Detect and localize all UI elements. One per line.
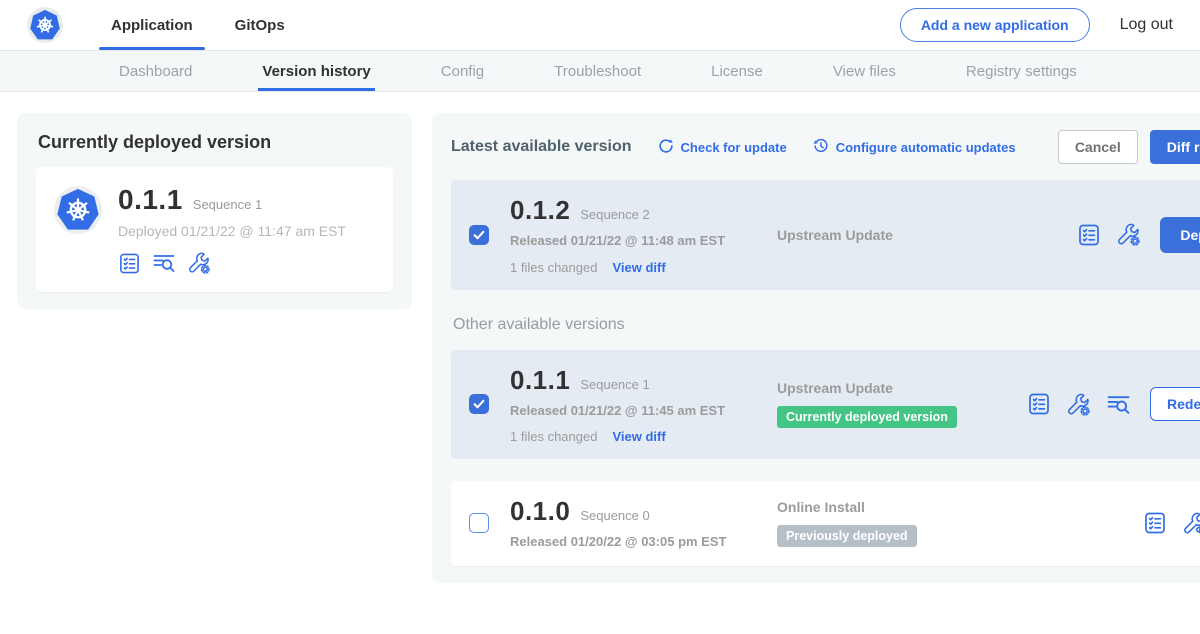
deployed-version-number: 0.1.1 [118,184,183,216]
source-label: Upstream Update [777,380,1027,396]
version-actions: Deploy [1077,217,1200,253]
subnav-label: Version history [262,63,370,80]
version-checkbox[interactable] [469,394,489,414]
subnav-item-version-history[interactable]: Version history [258,51,374,91]
schedule-update-icon [812,137,830,158]
main-content: Currently deployed version [0,92,1200,583]
edit-config-icon[interactable] [1066,392,1091,417]
subnav-item-dashboard[interactable]: Dashboard [115,51,196,91]
files-changed-label: 1 files changed [510,260,597,275]
subnav-label: Dashboard [119,63,192,80]
configure-automatic-updates-link[interactable]: Configure automatic updates [812,137,1016,158]
subnav-item-license[interactable]: License [707,51,767,91]
subnav-label: View files [833,63,896,80]
version-card-0-1-2: 0.1.2 Sequence 2 Released 01/21/22 @ 11:… [451,180,1200,290]
check-for-update-label: Check for update [681,140,787,155]
version-sequence: Sequence 0 [580,508,649,523]
available-versions-header: Latest available version Check for updat… [451,130,1200,164]
subnav-item-registry-settings[interactable]: Registry settings [962,51,1081,91]
latest-available-title: Latest available version [451,138,632,156]
deployed-version-details: 0.1.1 Sequence 1 Deployed 01/21/22 @ 11:… [118,184,346,275]
diff-releases-button[interactable]: Diff releases [1150,130,1200,164]
version-actions: Redeploy [1027,387,1200,421]
deployed-timestamp: Deployed 01/21/22 @ 11:47 am EST [118,223,346,239]
version-card-0-1-0: 0.1.0 Sequence 0 Released 01/20/22 @ 03:… [451,481,1200,566]
view-config-icon[interactable] [1182,511,1200,536]
released-timestamp: Released 01/21/22 @ 11:48 am EST [510,232,728,250]
preflight-checklist-icon[interactable] [1077,223,1101,247]
currently-deployed-panel: Currently deployed version [17,113,412,309]
released-timestamp: Released 01/20/22 @ 03:05 pm EST [510,533,728,551]
check-for-update-link[interactable]: Check for update [657,137,787,158]
version-sequence: Sequence 2 [580,207,649,222]
version-info: 0.1.1 Sequence 1 Released 01/21/22 @ 11:… [510,365,747,445]
top-nav-right: Add a new application Log out [900,8,1173,42]
version-source: Upstream Update Currently deployed versi… [777,380,1027,428]
version-checkbox[interactable] [469,513,489,533]
release-notes-search-icon[interactable] [152,251,176,275]
preflight-checklist-icon[interactable] [118,252,141,275]
deployed-sequence: Sequence 1 [193,197,262,212]
refresh-icon [657,137,675,158]
currently-deployed-title: Currently deployed version [38,132,393,153]
deployed-version-card: 0.1.1 Sequence 1 Deployed 01/21/22 @ 11:… [36,167,393,292]
previously-deployed-badge: Previously deployed [777,525,917,547]
tab-application[interactable]: Application [99,0,205,50]
deploy-button[interactable]: Deploy [1160,217,1200,253]
version-number: 0.1.1 [510,365,570,396]
version-number: 0.1.2 [510,195,570,226]
view-diff-link[interactable]: View diff [612,260,665,275]
subnav-item-config[interactable]: Config [437,51,488,91]
version-checkbox[interactable] [469,225,489,245]
subnav-label: Config [441,63,484,80]
version-number: 0.1.0 [510,496,570,527]
tab-gitops[interactable]: GitOps [223,0,297,50]
edit-config-icon[interactable] [187,251,211,275]
preflight-checklist-icon[interactable] [1027,392,1051,416]
subnav-label: License [711,63,763,80]
currently-deployed-badge: Currently deployed version [777,406,957,428]
subnav-item-view-files[interactable]: View files [829,51,900,91]
edit-config-icon[interactable] [1116,222,1141,247]
cancel-button[interactable]: Cancel [1058,130,1138,164]
version-source: Online Install Previously deployed [777,499,1027,547]
tab-application-label: Application [111,17,193,34]
app-sub-nav: Dashboard Version history Config Trouble… [0,50,1200,92]
logout-link[interactable]: Log out [1120,16,1173,34]
subnav-item-troubleshoot[interactable]: Troubleshoot [550,51,645,91]
view-diff-link[interactable]: View diff [612,429,665,444]
release-notes-search-icon[interactable] [1106,392,1131,417]
redeploy-button[interactable]: Redeploy [1150,387,1200,421]
version-info: 0.1.2 Sequence 2 Released 01/21/22 @ 11:… [510,195,747,275]
version-card-0-1-1: 0.1.1 Sequence 1 Released 01/21/22 @ 11:… [451,350,1200,460]
files-changed-label: 1 files changed [510,429,597,444]
kots-admin-console: Application GitOps Add a new application… [0,0,1200,634]
other-versions-title: Other available versions [453,316,1200,334]
add-new-application-button[interactable]: Add a new application [900,8,1090,42]
configure-automatic-updates-label: Configure automatic updates [836,140,1016,155]
version-source: Upstream Update [777,227,1027,243]
source-label: Upstream Update [777,227,1027,243]
source-label: Online Install [777,499,1027,515]
released-timestamp: Released 01/21/22 @ 11:45 am EST [510,402,728,420]
available-versions-panel: Latest available version Check for updat… [432,113,1200,583]
subnav-label: Troubleshoot [554,63,641,80]
version-sequence: Sequence 1 [580,377,649,392]
subnav-label: Registry settings [966,63,1077,80]
top-nav: Application GitOps Add a new application… [0,0,1200,50]
kubernetes-logo-icon [27,7,63,43]
preflight-checklist-icon[interactable] [1143,511,1167,535]
version-info: 0.1.0 Sequence 0 Released 01/20/22 @ 03:… [510,496,747,551]
tab-gitops-label: GitOps [235,17,285,34]
version-actions [1143,511,1200,536]
app-kubernetes-icon [54,186,102,234]
